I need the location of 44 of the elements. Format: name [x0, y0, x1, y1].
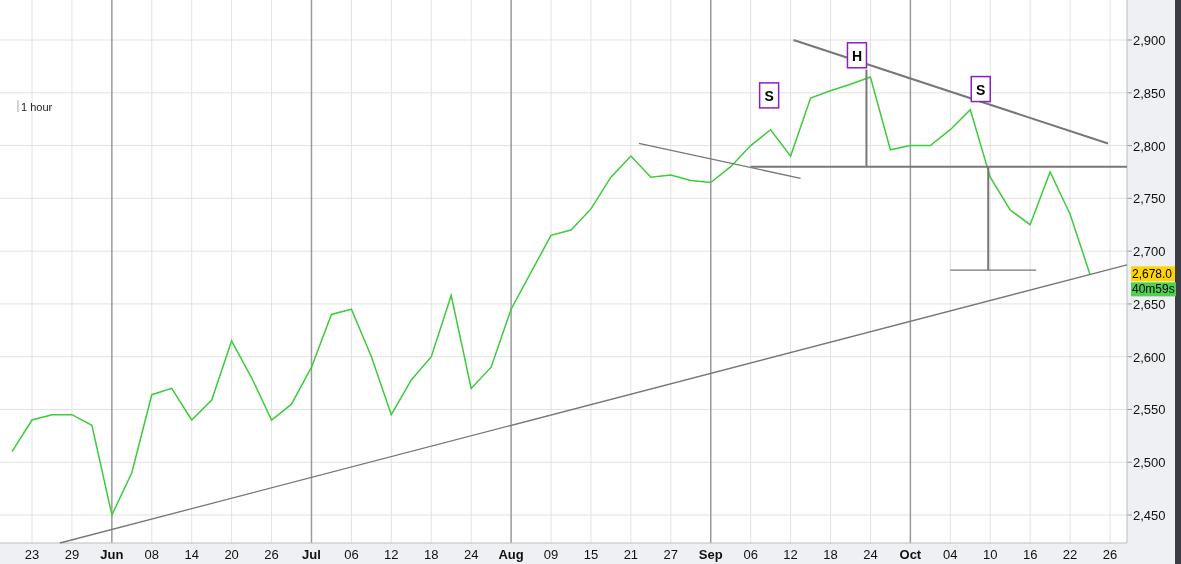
price-axis-label: 2,750 [1133, 191, 1166, 207]
timeframe-label: 1 hour [21, 101, 53, 113]
date-axis-label: 18 [424, 547, 439, 562]
date-axis-label: Oct [899, 547, 922, 562]
date-axis-label: Jul [302, 547, 321, 562]
date-axis-label: 27 [663, 547, 679, 562]
pattern-label: S [970, 75, 991, 103]
countdown-badge: 40m59s [1131, 282, 1176, 297]
price-axis-label: 2,800 [1133, 138, 1166, 154]
price-axis-label: 2,450 [1133, 508, 1166, 524]
price-axis-label: 2,500 [1133, 455, 1166, 471]
price-axis-label: 2,850 [1133, 85, 1166, 101]
price-axis-label: 2,700 [1133, 244, 1166, 260]
pattern-label: H [846, 42, 868, 69]
date-axis-label: 26 [1102, 547, 1118, 562]
date-axis-label: 14 [184, 547, 199, 562]
date-axis-label: Sep [698, 547, 723, 562]
date-axis-label: 08 [144, 547, 159, 562]
date-axis-label: 29 [64, 547, 80, 562]
date-axis-label: 15 [583, 547, 599, 562]
date-axis-label: 12 [783, 547, 798, 562]
date-axis-label: 24 [863, 547, 878, 562]
date-axis-label: 04 [943, 547, 958, 562]
price-axis-label: 2,550 [1133, 402, 1166, 418]
pattern-label: S [758, 82, 780, 109]
date-axis-label: 12 [384, 547, 399, 562]
date-axis-label: 09 [543, 547, 559, 562]
date-axis-label: Jun [100, 547, 124, 562]
price-axis-label: 2,650 [1133, 296, 1166, 312]
date-axis-label: 20 [224, 547, 239, 562]
date-axis-label: 24 [463, 547, 479, 562]
date-axis-label: 23 [24, 547, 40, 562]
date-axis-label: 16 [1022, 547, 1038, 562]
date-axis-label: 10 [983, 547, 998, 562]
price-axis-label: 2,900 [1133, 33, 1166, 48]
date-axis-label: 06 [344, 547, 359, 562]
date-axis-label: Aug [498, 547, 524, 562]
date-axis-label: 06 [743, 547, 758, 562]
price-axis-label: 2,600 [1133, 349, 1166, 365]
date-axis-label: 18 [823, 547, 838, 562]
date-axis-label: 26 [264, 547, 279, 562]
date-axis-label: 21 [623, 547, 639, 562]
date-axis-label: 22 [1062, 547, 1078, 562]
last-price-badge: 2,678.0 [1131, 266, 1175, 282]
